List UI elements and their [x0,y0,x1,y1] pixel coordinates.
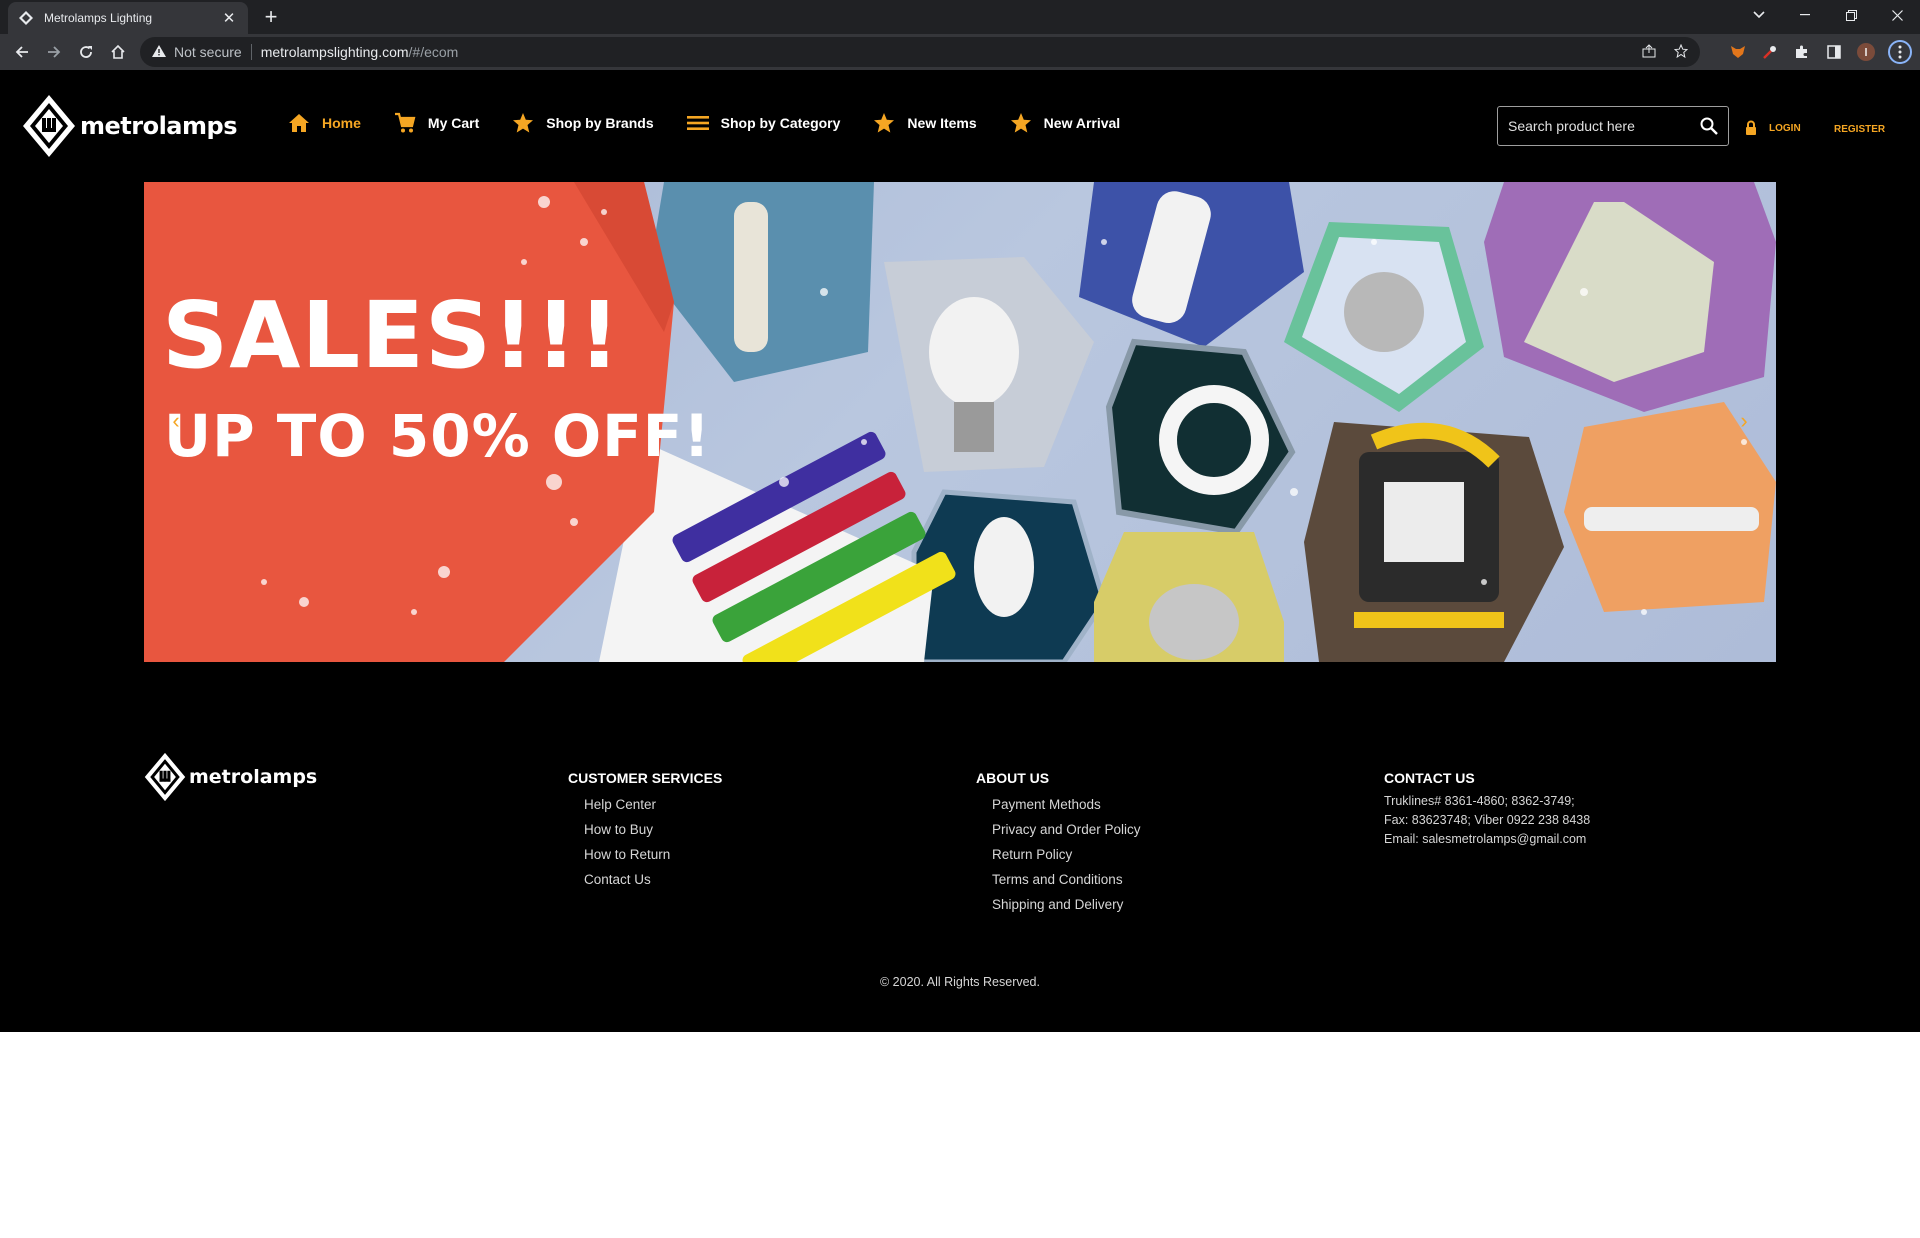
footer-about-us: ABOUT US Payment Methods Privacy and Ord… [976,770,1141,917]
login-link[interactable]: LOGIN [1745,120,1801,136]
footer-link-shipping[interactable]: Shipping and Delivery [992,892,1141,917]
back-icon[interactable] [8,38,36,66]
reload-icon[interactable] [72,38,100,66]
warning-icon[interactable] [152,44,166,60]
logo-text: metrolamps [80,112,237,140]
footer-link-help-center[interactable]: Help Center [584,792,722,817]
metamask-extension-icon[interactable] [1728,42,1748,62]
nav-new-items[interactable]: New Items [873,112,977,134]
nav-shop-by-category[interactable]: Shop by Category [686,115,841,131]
star-icon [512,112,534,134]
register-link[interactable]: REGISTER [1834,124,1885,135]
footer-link-contact-us[interactable]: Contact Us [584,867,722,892]
carousel-next-icon[interactable]: › [1734,408,1754,434]
nav-new-items-label: New Items [907,115,977,131]
tab-search-icon[interactable] [1736,0,1782,30]
search-bar [1497,106,1729,146]
lock-icon [1745,120,1757,136]
contact-email[interactable]: Email: salesmetrolamps@gmail.com [1384,830,1590,849]
url-host[interactable]: metrolampslighting.com [261,44,409,60]
home-browser-icon[interactable] [104,38,132,66]
search-icon[interactable] [1700,117,1718,135]
new-tab-button[interactable]: + [258,4,284,30]
footer-link-how-to-buy[interactable]: How to Buy [584,817,722,842]
url-divider [250,44,252,60]
bookmark-star-icon[interactable] [1673,43,1689,61]
promo-banner-carousel[interactable]: SALES!!! UP TO 50% OFF! ‹ › [144,182,1776,662]
nav-new-arrival[interactable]: New Arrival [1010,112,1121,134]
security-status[interactable]: Not secure [174,44,242,60]
browser-toolbar: Not secure metrolampslighting.com /#/eco… [0,34,1920,70]
browser-tab[interactable]: Metrolamps Lighting ✕ [8,2,248,34]
search-input[interactable] [1508,118,1678,134]
footer-customer-services-title: CUSTOMER SERVICES [568,770,723,786]
footer-link-how-to-return[interactable]: How to Return [584,842,722,867]
logo-diamond-icon [23,95,75,157]
footer-about-us-title: ABOUT US [976,770,1050,786]
copyright-text: © 2020. All Rights Reserved. [880,975,1040,989]
star-icon [873,112,895,134]
footer-link-payment-methods[interactable]: Payment Methods [992,792,1141,817]
footer-link-return-policy[interactable]: Return Policy [992,842,1141,867]
site-favicon-icon [18,10,34,26]
browser-tab-strip: Metrolamps Lighting ✕ + [0,0,1920,34]
cart-icon [394,112,416,134]
site-logo[interactable]: metrolamps [22,94,237,158]
banner-subheadline: UP TO 50% OFF! [164,402,711,470]
tab-close-icon[interactable]: ✕ [220,9,238,27]
address-bar[interactable]: Not secure metrolampslighting.com /#/eco… [140,37,1700,67]
profile-avatar-icon[interactable] [1856,42,1876,62]
close-window-icon[interactable] [1874,0,1920,30]
restore-icon[interactable] [1828,0,1874,30]
footer-contact-us-title: CONTACT US [1384,770,1475,786]
footer-logo-diamond-icon [144,752,186,802]
forward-icon[interactable] [40,38,68,66]
share-icon[interactable] [1642,43,1656,61]
nav-shop-by-brands-label: Shop by Brands [546,115,654,131]
url-path[interactable]: /#/ecom [409,44,459,60]
login-label: LOGIN [1769,122,1801,134]
carousel-prev-icon[interactable]: ‹ [166,408,186,434]
website: metrolamps Home My Cart Shop by Brands S… [0,70,1920,1032]
footer-customer-services: CUSTOMER SERVICES Help Center How to Buy… [568,770,722,892]
side-panel-icon[interactable] [1824,42,1844,62]
footer-link-terms[interactable]: Terms and Conditions [992,867,1141,892]
tab-title: Metrolamps Lighting [44,11,153,25]
browser-menu-icon[interactable] [1888,40,1912,64]
banner-headline: SALES!!! [162,282,622,389]
footer-link-privacy-policy[interactable]: Privacy and Order Policy [992,817,1141,842]
nav-my-cart-label: My Cart [427,115,480,131]
nav-home-label: Home [322,115,361,131]
star-icon [1010,112,1032,134]
main-navigation: Home My Cart Shop by Brands Shop by Cate… [288,112,1153,134]
footer-contact-us: CONTACT US Truklines# 8361-4860; 8362-37… [1384,770,1590,849]
home-icon [288,113,310,133]
footer-logo[interactable]: metrolamps [144,752,317,802]
contact-fax-viber: Fax: 83623748; Viber 0922 238 8438 [1384,813,1591,827]
menu-icon [686,115,709,131]
nav-shop-by-brands[interactable]: Shop by Brands [512,112,654,134]
nav-my-cart[interactable]: My Cart [394,112,479,134]
nav-new-arrival-label: New Arrival [1043,115,1121,131]
nav-shop-by-category-label: Shop by Category [720,115,841,131]
key-extension-icon[interactable] [1760,42,1780,62]
nav-home[interactable]: Home [288,113,361,133]
contact-phones: Truklines# 8361-4860; 8362-3749; [1384,794,1575,808]
extensions-puzzle-icon[interactable] [1792,42,1812,62]
footer-logo-text: metrolamps [189,766,318,788]
minimize-icon[interactable] [1782,0,1828,30]
